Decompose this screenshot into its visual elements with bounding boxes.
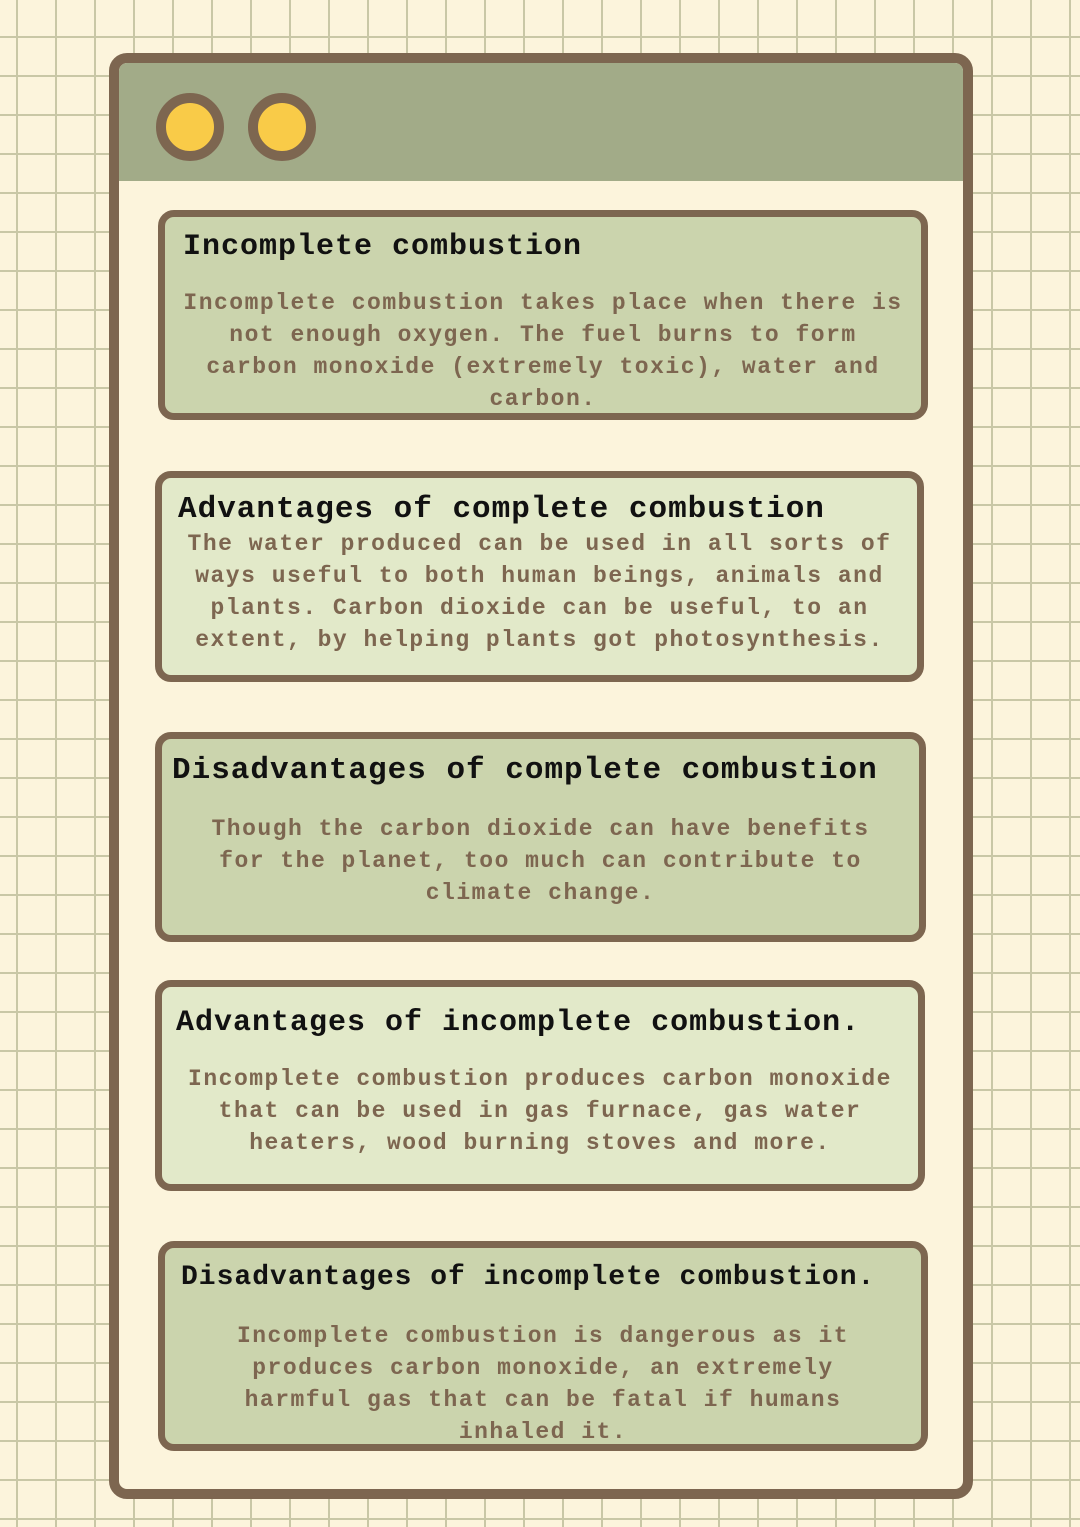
- card-disadvantages-incomplete-combustion: Disadvantages of incomplete combustion. …: [158, 1241, 928, 1451]
- card-disadvantages-complete-combustion: Disadvantages of complete combustion Tho…: [155, 732, 926, 942]
- card-body: Incomplete combustion produces carbon mo…: [188, 1066, 892, 1156]
- window-titlebar: [119, 63, 963, 181]
- card-title: Advantages of incomplete combustion.: [176, 1006, 861, 1040]
- card-body: Incomplete combustion takes place when t…: [183, 290, 903, 412]
- card-advantages-complete-combustion: Advantages of complete combustion The wa…: [155, 471, 924, 682]
- card-advantages-incomplete-combustion: Advantages of incomplete combustion. Inc…: [155, 980, 925, 1191]
- card-title: Disadvantages of complete combustion: [172, 753, 878, 788]
- card-body: The water produced can be used in all so…: [187, 531, 892, 653]
- yellow-circle-icon: [156, 93, 224, 161]
- card-incomplete-combustion: Incomplete combustion Incomplete combust…: [158, 210, 928, 420]
- card-title: Incomplete combustion: [183, 230, 583, 264]
- card-title: Disadvantages of incomplete combustion.: [181, 1262, 876, 1293]
- card-body: Incomplete combustion is dangerous as it…: [236, 1323, 850, 1445]
- card-title: Advantages of complete combustion: [178, 492, 825, 527]
- yellow-circle-icon: [248, 93, 316, 161]
- card-body: Though the carbon dioxide can have benef…: [211, 816, 870, 906]
